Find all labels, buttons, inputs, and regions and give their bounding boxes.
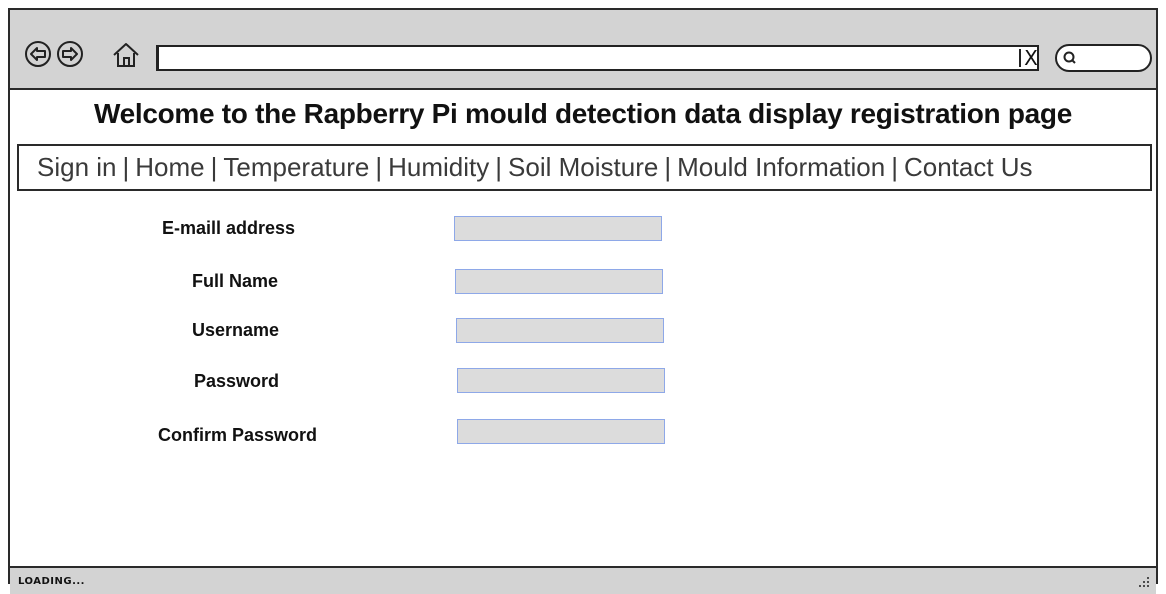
nav-separator: | — [495, 152, 503, 182]
nav-separator: | — [122, 152, 130, 182]
back-icon[interactable] — [24, 40, 52, 68]
clear-address-icon[interactable]: X — [1018, 46, 1044, 70]
browser-toolbar: X — [10, 10, 1156, 90]
nav-separator: | — [891, 152, 898, 182]
forward-icon[interactable] — [56, 40, 84, 68]
nav-separator: | — [210, 152, 218, 182]
address-bar[interactable] — [156, 45, 1039, 71]
nav-soil-moisture[interactable]: Soil Moisture — [508, 152, 658, 183]
resize-grip-icon[interactable] — [1138, 576, 1150, 588]
email-field[interactable] — [454, 216, 662, 241]
full-name-label: Full Name — [192, 271, 279, 291]
home-icon[interactable] — [111, 41, 141, 69]
full-name-field[interactable] — [455, 269, 663, 294]
nav-home[interactable]: Home — [135, 152, 204, 183]
status-text: LOADING... — [18, 576, 85, 587]
browser-window: X Welcome to the Rapberry Pi mould detec… — [8, 8, 1158, 594]
main-nav: Sign in | Home | Temperature | Humidity … — [17, 144, 1152, 191]
nav-separator: | — [664, 152, 672, 182]
nav-sign-in[interactable]: Sign in — [37, 152, 117, 183]
nav-mould-information[interactable]: Mould Information — [677, 152, 885, 183]
page-title: Welcome to the Rapberry Pi mould detecti… — [93, 98, 1072, 129]
username-label: Username — [192, 320, 280, 340]
search-icon — [1063, 51, 1076, 64]
nav-humidity[interactable]: Humidity — [388, 152, 489, 183]
nav-contact-us[interactable]: Contact Us — [904, 152, 1033, 183]
status-bar: LOADING... — [10, 566, 1156, 594]
username-field[interactable] — [456, 318, 664, 343]
confirm-password-field[interactable] — [457, 419, 665, 444]
password-field[interactable] — [457, 368, 665, 393]
nav-temperature[interactable]: Temperature — [223, 152, 369, 183]
confirm-password-label: Confirm Password — [158, 425, 318, 445]
password-label: Password — [194, 371, 280, 391]
nav-separator: | — [375, 152, 383, 182]
email-label: E-maill address — [162, 218, 296, 238]
